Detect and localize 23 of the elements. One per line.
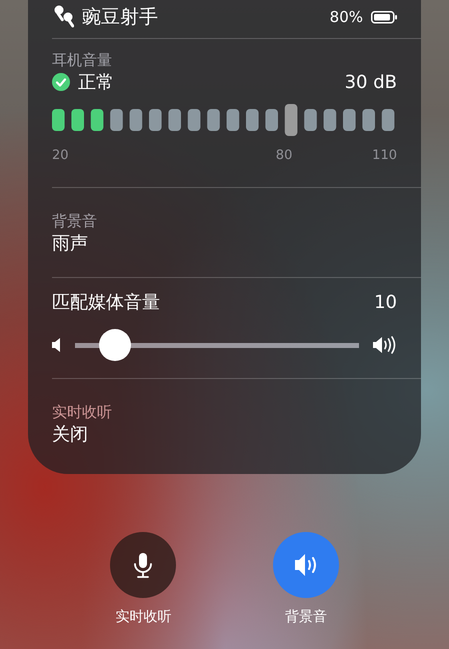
battery-icon bbox=[371, 10, 397, 24]
section-label: 实时收听 bbox=[52, 403, 113, 422]
live-listen-value: 关闭 bbox=[52, 423, 89, 446]
scale-label: 80 bbox=[276, 148, 292, 163]
microphone-icon bbox=[133, 552, 154, 578]
button-label: 实时收听 bbox=[115, 608, 172, 626]
status-text: 正常 bbox=[78, 71, 114, 94]
decibel-reading: 30 dB bbox=[344, 72, 397, 92]
section-label: 背景音 bbox=[52, 212, 98, 231]
earbuds-icon bbox=[52, 4, 74, 30]
ambient-sound-value[interactable]: 雨声 bbox=[52, 231, 397, 255]
speaker-icon bbox=[294, 553, 317, 577]
scale-label: 20 bbox=[52, 148, 69, 163]
section-label: 耳机音量 bbox=[52, 51, 113, 70]
scale-label: 110 bbox=[372, 148, 397, 163]
button-label: 背景音 bbox=[284, 608, 327, 626]
battery-percentage: 80% bbox=[330, 8, 363, 26]
slider-thumb[interactable] bbox=[98, 329, 131, 361]
media-volume-label: 匹配媒体音量 bbox=[52, 291, 160, 314]
speaker-loud-icon bbox=[373, 336, 397, 354]
device-name: 豌豆射手 bbox=[82, 5, 159, 30]
media-volume-reading: 10 bbox=[374, 292, 397, 312]
speaker-low-icon bbox=[52, 338, 61, 352]
